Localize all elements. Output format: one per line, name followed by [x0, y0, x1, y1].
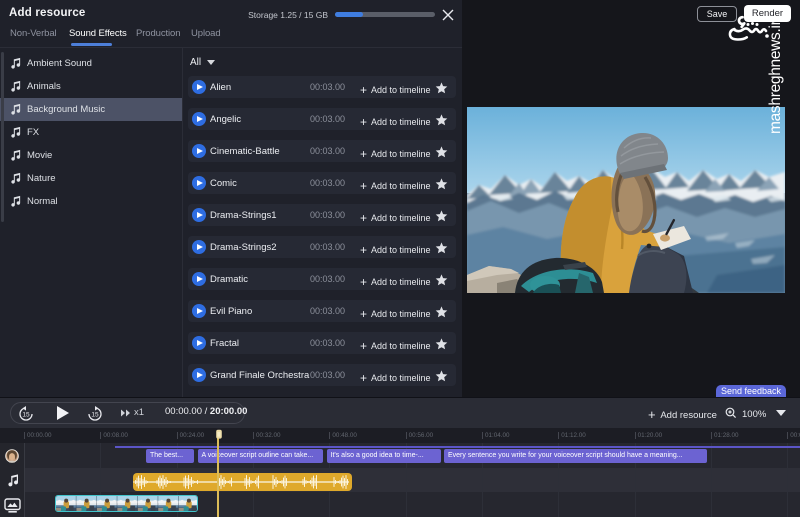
svg-text:15: 15: [91, 412, 99, 419]
svg-text:15: 15: [22, 412, 30, 419]
